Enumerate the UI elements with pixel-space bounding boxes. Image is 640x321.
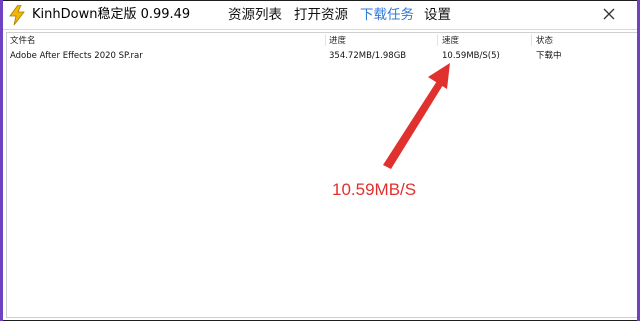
annotation-arrow <box>383 63 450 169</box>
annotation-label: 10.59MB/S <box>332 180 417 199</box>
frame-edge <box>0 0 3 321</box>
app-window: KinhDown稳定版 0.99.49 资源列表 打开资源 下载任务 设置 文件… <box>0 0 640 321</box>
